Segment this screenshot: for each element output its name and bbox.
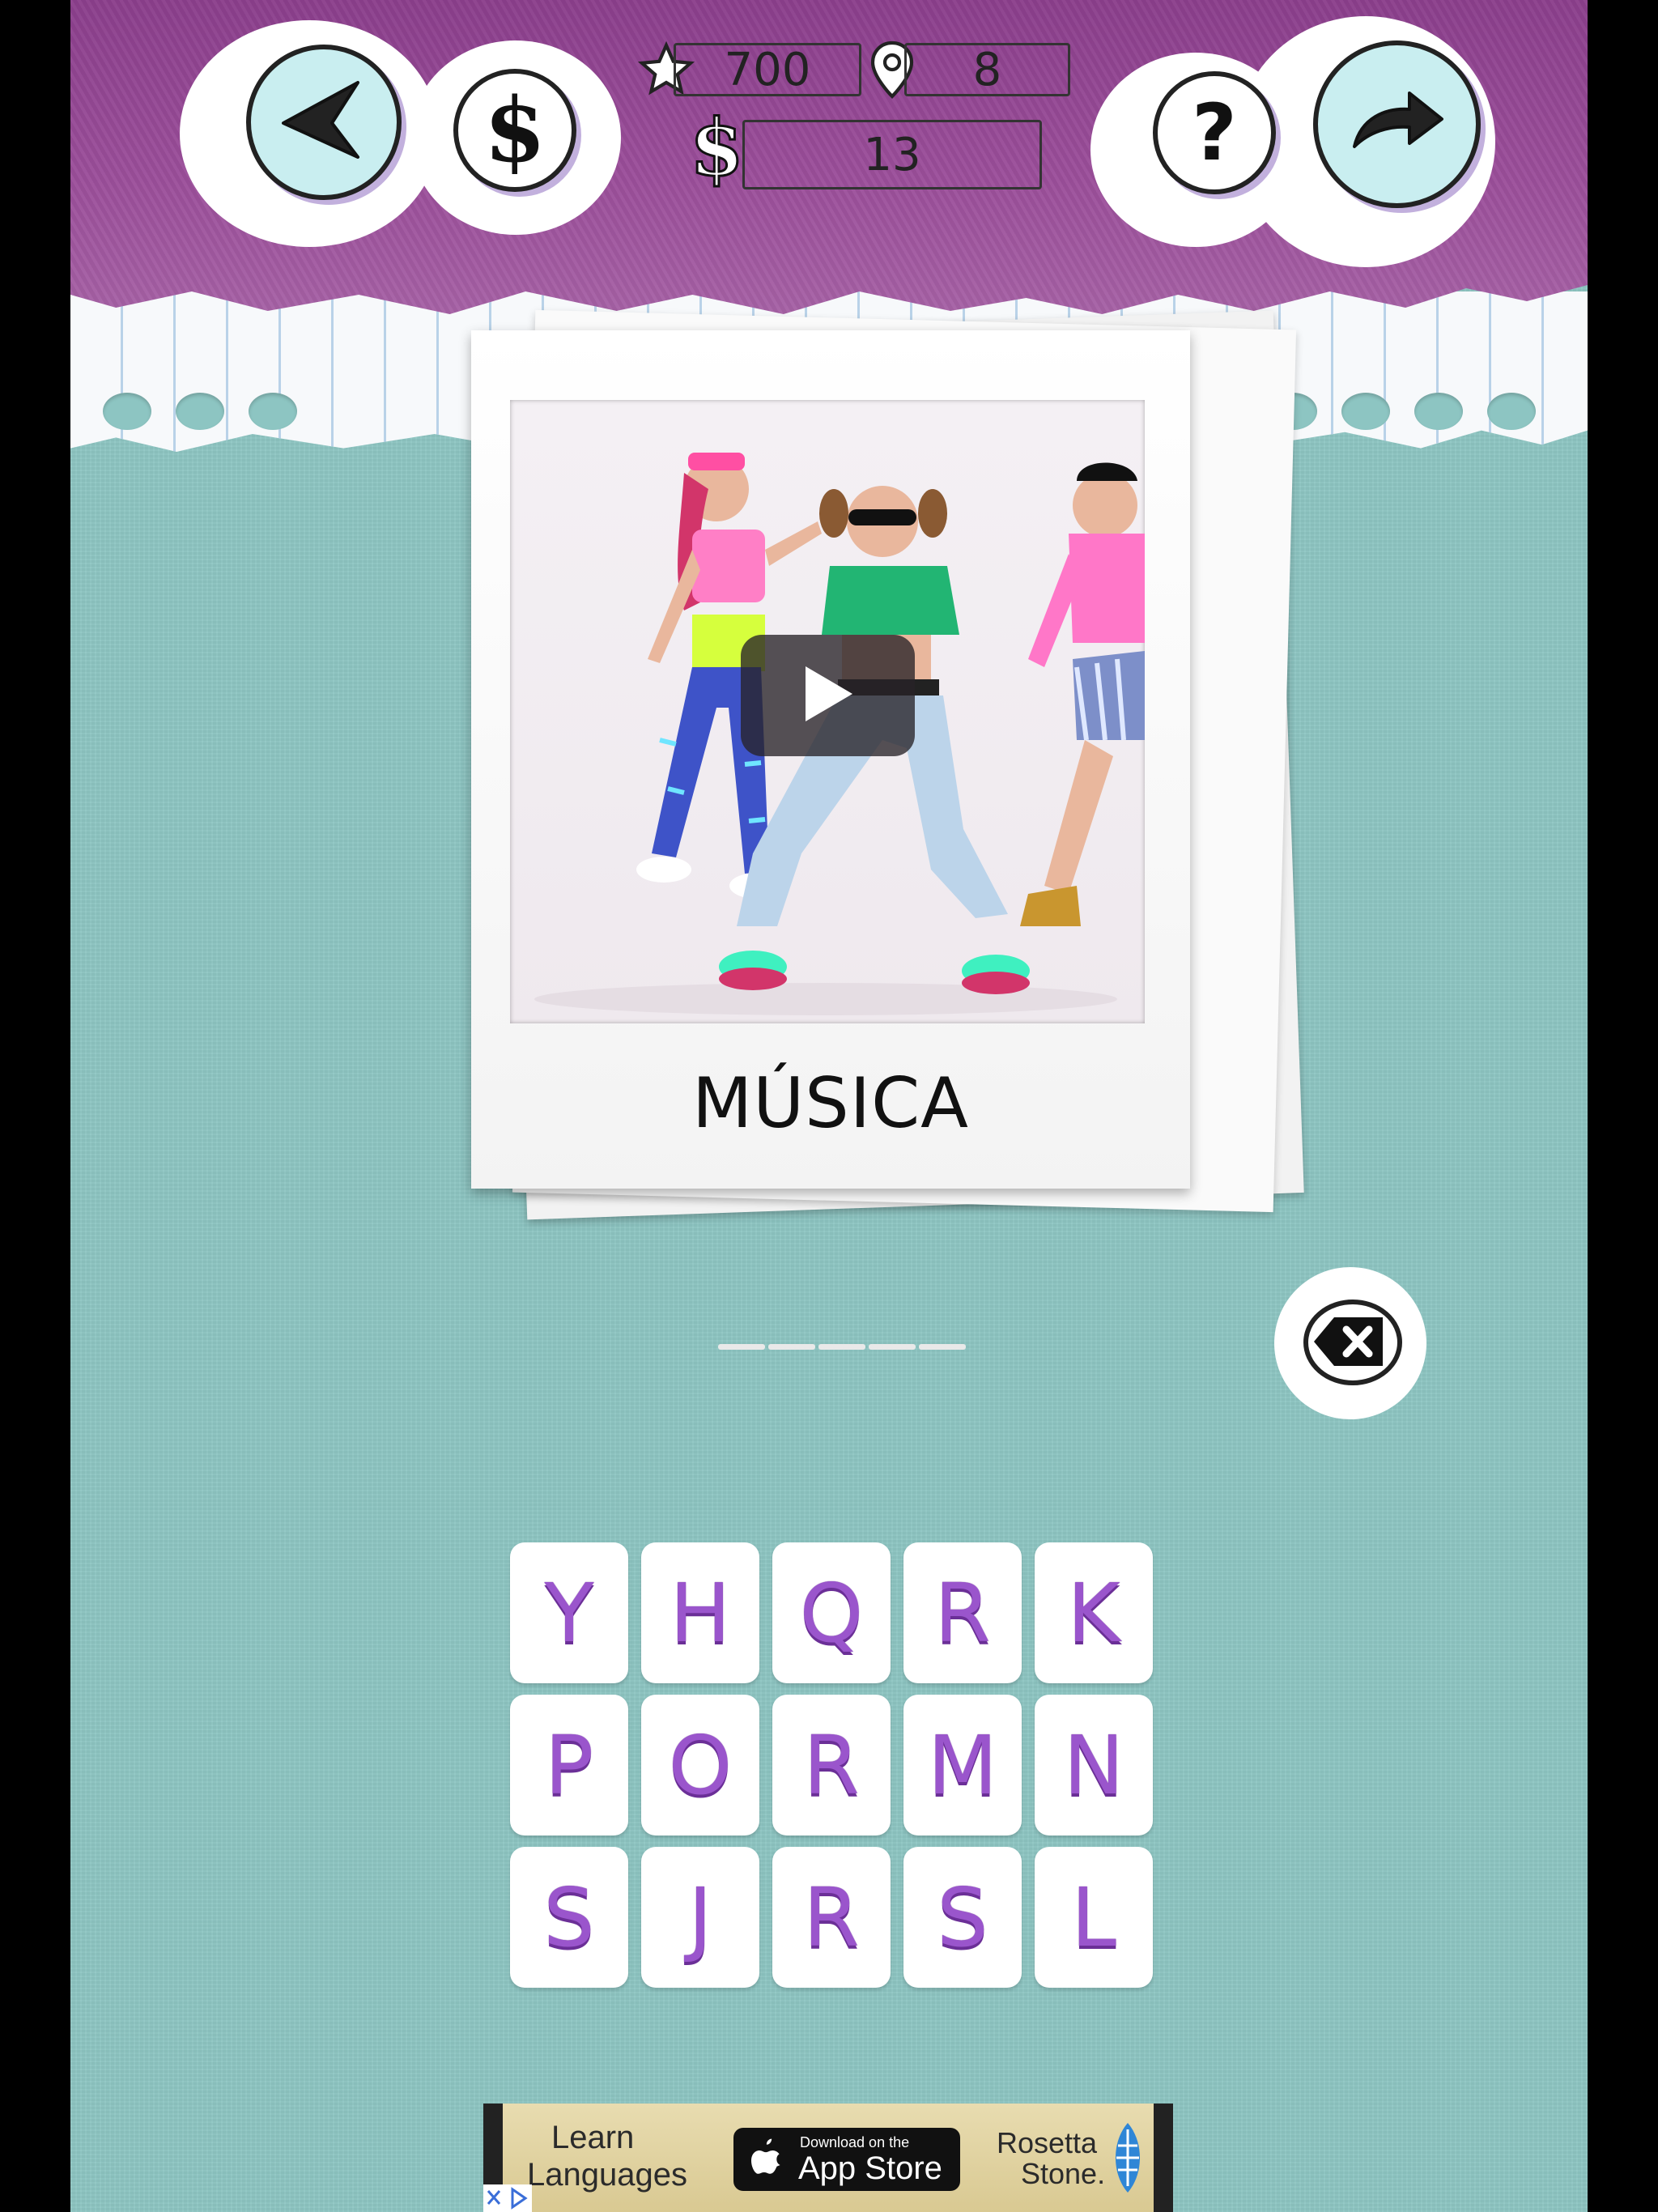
answer-slot[interactable] <box>718 1344 765 1350</box>
game-screen: $ 700 8 $ 13 ? MÚSICA Y H Q R K P O R M … <box>70 0 1588 2212</box>
letter-tile[interactable]: R <box>903 1542 1022 1683</box>
coins-value: 13 <box>742 120 1042 189</box>
letter-tile[interactable]: O <box>641 1695 759 1836</box>
ad-choices-icon[interactable] <box>483 2184 532 2212</box>
apple-icon <box>748 2136 784 2184</box>
letter-tile[interactable]: S <box>903 1847 1022 1988</box>
letter-tile[interactable]: S <box>510 1847 628 1988</box>
score-value: 700 <box>674 43 861 96</box>
dollar-sign-icon: $ <box>689 102 746 194</box>
letter-tile[interactable]: Q <box>772 1542 891 1683</box>
category-label: MÚSICA <box>692 1063 969 1144</box>
back-button[interactable] <box>246 45 402 200</box>
answer-slot[interactable] <box>818 1344 865 1350</box>
answer-slot[interactable] <box>768 1344 815 1350</box>
letter-tile[interactable]: J <box>641 1847 759 1988</box>
letter-tile[interactable]: L <box>1035 1847 1153 1988</box>
shop-button[interactable]: $ <box>453 69 576 192</box>
answer-slots <box>718 1344 966 1350</box>
answer-slot[interactable] <box>869 1344 916 1350</box>
ad-headline-line2: Languages <box>527 2157 687 2193</box>
badge-large-text: App Store <box>798 2150 942 2186</box>
app-store-badge[interactable]: Download on the App Store <box>733 2128 960 2191</box>
letter-tile[interactable]: P <box>510 1695 628 1836</box>
question-mark-icon: ? <box>1192 87 1237 178</box>
rosetta-logo-icon <box>1108 2121 1147 2198</box>
answer-slot[interactable] <box>919 1344 966 1350</box>
letter-tile[interactable]: Y <box>510 1542 628 1683</box>
level-value: 8 <box>904 43 1070 96</box>
help-button[interactable]: ? <box>1153 71 1276 194</box>
letter-tile[interactable]: K <box>1035 1542 1153 1683</box>
letter-tile[interactable]: R <box>772 1695 891 1836</box>
skip-arrow-icon <box>1345 82 1450 167</box>
ad-brand-line2: Stone. <box>1021 2157 1106 2190</box>
letter-tile[interactable]: M <box>903 1695 1022 1836</box>
ad-brand-line1: Rosetta <box>997 2126 1098 2159</box>
backspace-icon <box>1298 1297 1403 1390</box>
video-thumbnail[interactable] <box>510 400 1145 1023</box>
badge-small-text: Download on the <box>800 2134 910 2150</box>
ad-banner[interactable]: Learn Languages Download on the App Stor… <box>483 2104 1173 2212</box>
play-icon <box>802 665 854 727</box>
skip-button[interactable] <box>1313 40 1481 208</box>
letter-tile[interactable]: N <box>1035 1695 1153 1836</box>
delete-letter-button[interactable] <box>1274 1267 1426 1419</box>
ad-headline-line1: Learn <box>551 2120 635 2155</box>
letter-tile[interactable]: H <box>641 1542 759 1683</box>
play-button[interactable] <box>741 635 915 756</box>
back-arrow-icon <box>275 76 372 169</box>
letter-tile[interactable]: R <box>772 1847 891 1988</box>
puzzle-card: MÚSICA <box>471 330 1190 1189</box>
dollar-icon: $ <box>483 78 546 182</box>
